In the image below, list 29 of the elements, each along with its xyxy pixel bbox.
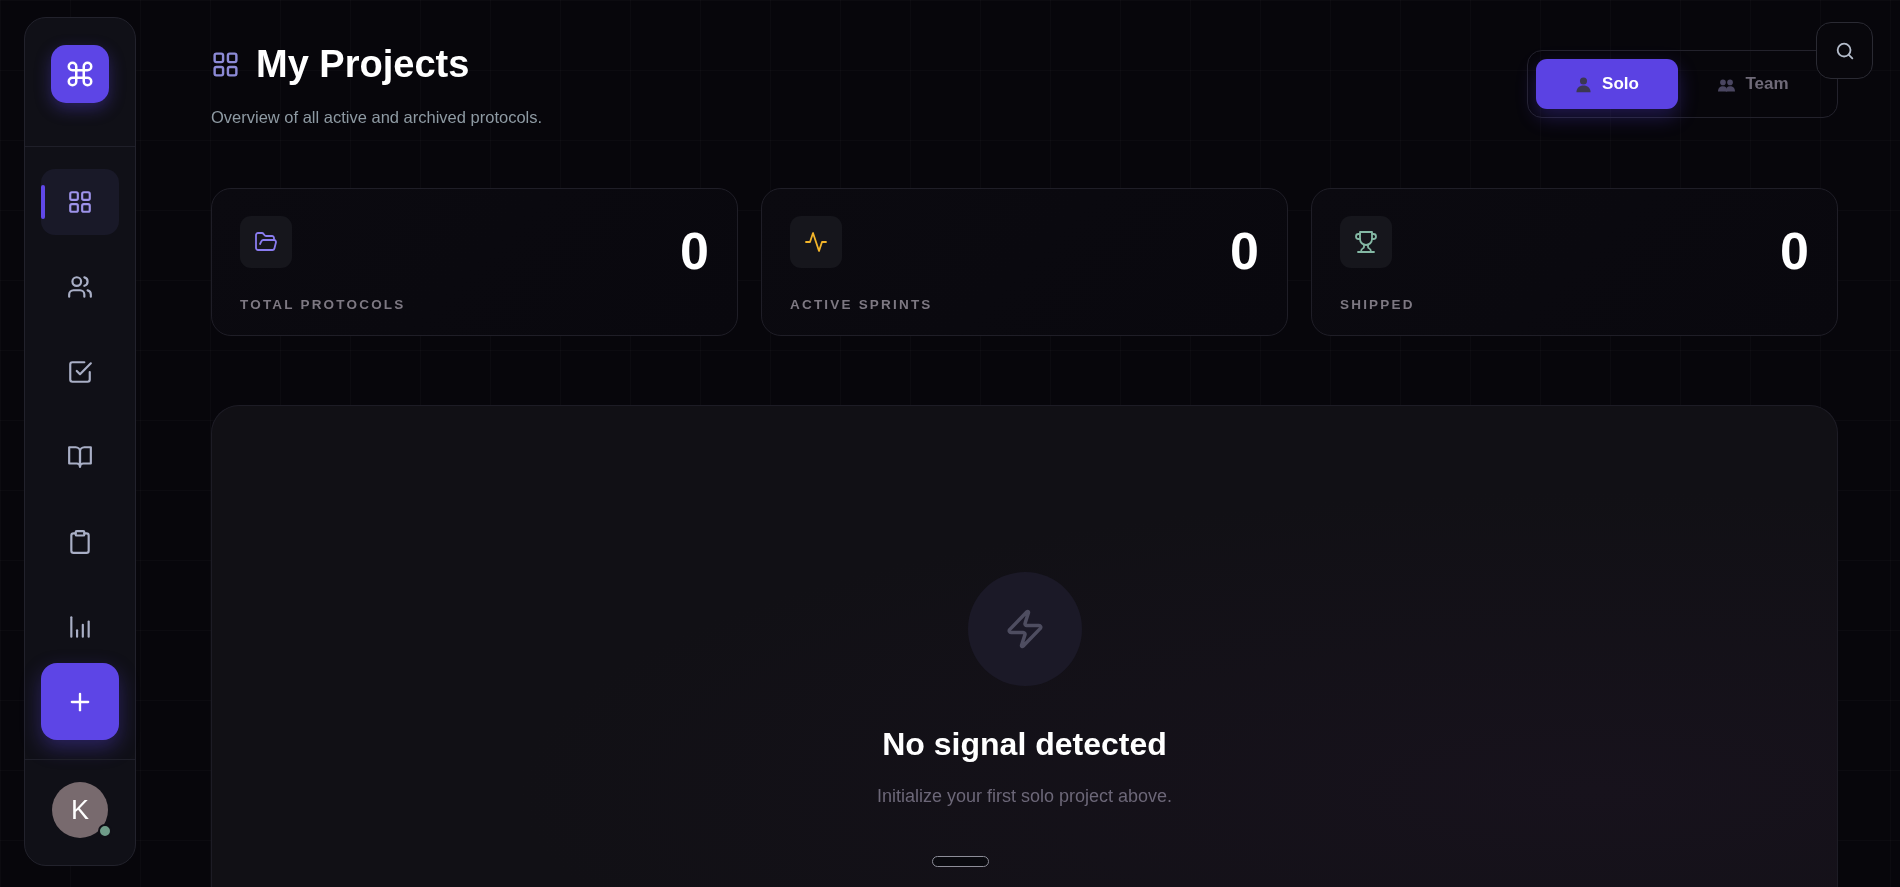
avatar-button[interactable]: K xyxy=(52,782,108,838)
folder-icon xyxy=(240,216,292,268)
mode-tab[interactable]: Solo xyxy=(1536,59,1678,109)
nav-item[interactable] xyxy=(41,169,119,235)
empty-state-message: Initialize your first solo project above. xyxy=(876,785,1173,808)
stat-value: 0 xyxy=(680,225,709,277)
book-icon xyxy=(67,444,93,470)
clipboard-icon xyxy=(67,529,93,555)
grid-icon xyxy=(211,49,240,79)
stat-label: ACTIVE SPRINTS xyxy=(790,296,934,314)
stat-value: 0 xyxy=(1230,225,1259,277)
mode-tab[interactable]: Team xyxy=(1678,59,1829,109)
pulse-icon xyxy=(790,216,842,268)
user-icon xyxy=(1575,75,1593,93)
empty-state-title: No signal detected xyxy=(882,725,1167,764)
add-button[interactable] xyxy=(41,663,119,740)
command-logo-icon xyxy=(51,45,109,103)
stat-value: 0 xyxy=(1780,225,1809,277)
checkbox-icon xyxy=(67,359,93,385)
stat-label: SHIPPED xyxy=(1340,296,1416,314)
search-button[interactable] xyxy=(1816,22,1873,79)
users-icon xyxy=(67,274,93,300)
trophy-icon xyxy=(1340,216,1392,268)
grid-icon xyxy=(67,189,93,215)
stat-label: TOTAL PROTOCOLS xyxy=(240,296,407,314)
page-title: My Projects xyxy=(256,42,470,87)
page-subtitle: Overview of all active and archived protocols. xyxy=(211,107,543,128)
bar-chart-icon xyxy=(67,614,93,640)
pill-icon xyxy=(932,856,989,867)
